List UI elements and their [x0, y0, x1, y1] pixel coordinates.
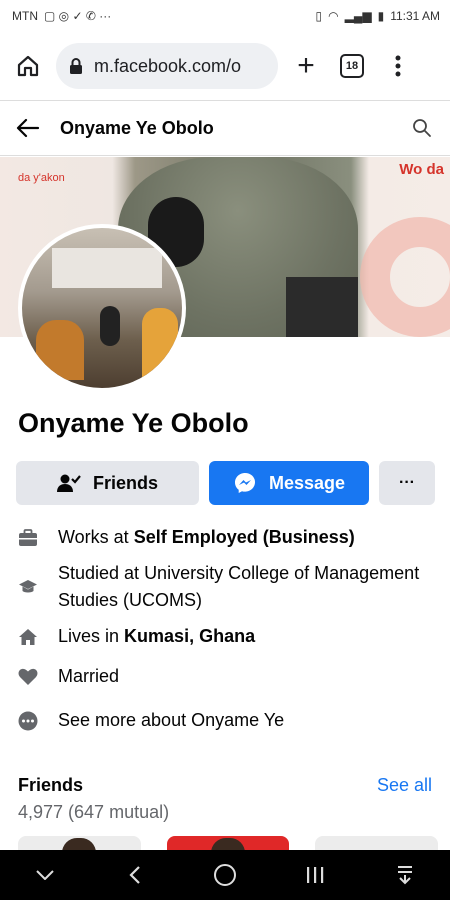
url-text: m.facebook.com/o	[94, 55, 242, 76]
profile-details: Works at Self Employed (Business) Studie…	[18, 524, 438, 734]
detail-work: Works at Self Employed (Business)	[18, 524, 438, 551]
page-title: Onyame Ye Obolo	[60, 117, 214, 138]
detail-study: Studied at University College of Managem…	[18, 560, 438, 614]
see-more-about-link[interactable]: See more about Onyame Ye	[18, 707, 438, 734]
see-more-text: See more about Onyame Ye	[58, 710, 285, 730]
friends-button-label: Friends	[92, 472, 158, 493]
browser-toolbar: m.facebook.com/o + 18	[0, 32, 450, 100]
home-icon	[18, 623, 38, 650]
cover-decor-ring	[360, 217, 450, 337]
profile-name: Onyame Ye Obolo	[18, 408, 249, 438]
battery-icon: ▮	[377, 9, 385, 23]
detail-work-text: Works at Self Employed (Business)	[58, 524, 438, 551]
lives-place[interactable]: Kumasi, Ghana	[124, 626, 255, 646]
friends-check-icon	[56, 474, 81, 492]
avatar-studio-banner	[52, 248, 162, 288]
system-nav-bar	[0, 850, 450, 900]
work-place[interactable]: Self Employed (Business)	[134, 527, 355, 547]
notification-icons: ▢ ◎ ✓ ✆ ···	[44, 9, 112, 23]
cover-sub-text: da y'akon	[18, 172, 65, 184]
see-all-friends-link[interactable]: See all	[377, 775, 432, 796]
lives-prefix: Lives in	[58, 626, 125, 646]
chevron-down-icon[interactable]	[20, 850, 70, 900]
status-left: MTN ▢ ◎ ✓ ✆ ···	[12, 9, 111, 23]
heart-icon	[18, 663, 38, 690]
home-icon[interactable]	[10, 48, 46, 84]
more-dots-icon	[18, 707, 38, 734]
friends-section-title: Friends	[18, 775, 84, 795]
work-prefix: Works at	[58, 527, 134, 547]
status-bar: MTN ▢ ◎ ✓ ✆ ··· ▯ ◠ ▂▄▆ ▮ 11:31 AM	[0, 0, 450, 32]
graduation-cap-icon	[18, 560, 38, 614]
cover-dark-area	[286, 277, 358, 337]
detail-study-text: Studied at University College of Managem…	[58, 563, 420, 610]
friends-button[interactable]: Friends	[16, 461, 199, 505]
friends-count: 4,977 (647 mutual)	[18, 802, 170, 822]
messenger-icon	[234, 473, 255, 493]
download-bar-icon[interactable]	[380, 850, 430, 900]
detail-lives-text: Lives in Kumasi, Ghana	[58, 623, 438, 650]
profile-avatar[interactable]	[18, 224, 186, 392]
cover-brand-text: Wo da	[399, 161, 444, 178]
back-icon[interactable]	[110, 850, 160, 900]
lock-icon	[70, 58, 82, 74]
home-button-icon[interactable]	[200, 850, 250, 900]
wifi-icon: ◠	[328, 9, 339, 23]
detail-lives: Lives in Kumasi, Ghana	[18, 623, 438, 650]
message-button-label: Message	[268, 472, 346, 493]
recents-icon[interactable]	[290, 850, 340, 900]
search-icon[interactable]	[408, 114, 436, 142]
page-header: Onyame Ye Obolo	[0, 100, 450, 156]
detail-relationship-text: Married	[58, 666, 120, 686]
clock: 11:31 AM	[390, 9, 440, 23]
briefcase-icon	[18, 524, 38, 551]
avatar-mic	[100, 306, 120, 346]
tab-count: 18	[340, 54, 364, 78]
address-bar[interactable]: m.facebook.com/o	[56, 43, 278, 89]
vibrate-icon: ▯	[315, 9, 323, 23]
browser-menu-icon[interactable]	[380, 48, 416, 84]
back-arrow-icon[interactable]	[14, 114, 42, 142]
carrier-label: MTN	[12, 9, 38, 23]
message-button[interactable]: Message	[209, 461, 369, 505]
avatar-person	[142, 308, 178, 378]
more-options-button[interactable]: ···	[379, 461, 435, 505]
new-tab-icon[interactable]: +	[288, 48, 324, 84]
tab-switcher-button[interactable]: 18	[334, 48, 370, 84]
detail-relationship: Married	[18, 663, 438, 690]
status-right: ▯ ◠ ▂▄▆ ▮ 11:31 AM	[316, 9, 440, 23]
profile-actions: Friends Message ···	[16, 461, 436, 505]
signal-icon: ▂▄▆	[344, 9, 372, 23]
avatar-person	[36, 320, 84, 380]
